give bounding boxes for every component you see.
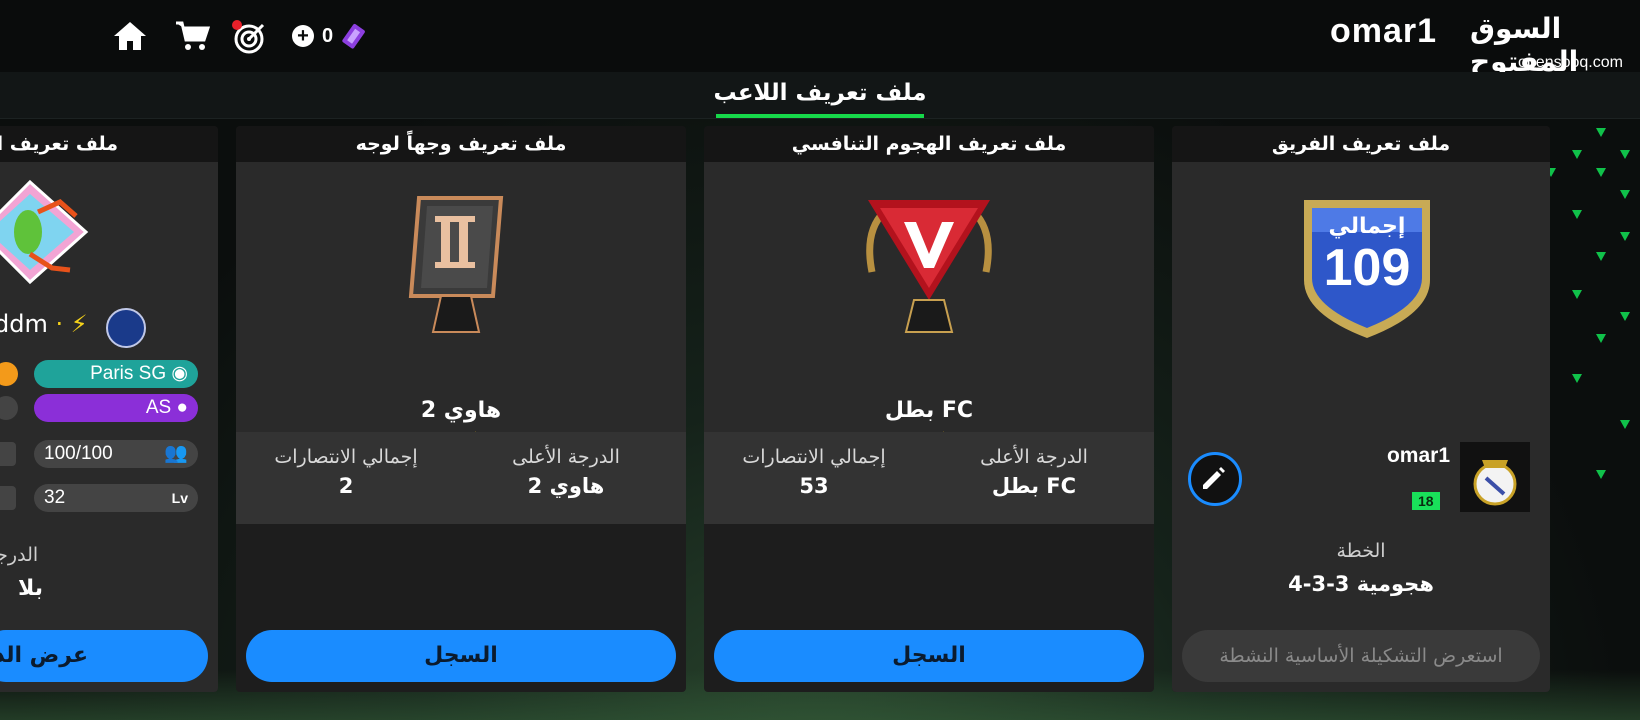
h2h-highest-value: هاوي 2 — [527, 474, 605, 498]
home-icon[interactable] — [112, 20, 148, 56]
formation-value: 4-3-3 هجومية — [1288, 572, 1434, 596]
h2h-card-top: هاوي 2 X0★ — [236, 162, 686, 456]
amateur-2-trophy-icon — [401, 192, 511, 346]
region-pill-text: AS — [145, 397, 172, 418]
rush-highest-label: الدرجة الأعلى — [980, 446, 1088, 468]
club-crest-icon: ◉ — [171, 363, 188, 384]
partial-view-button[interactable]: عرض الد — [0, 630, 208, 682]
h2h-profile-card: ملف تعريف وجهاً لوجه هاوي 2 X0★ الدرجة ا… — [236, 126, 686, 692]
rush-highest-stat: الدرجة الأعلى بطل FC — [944, 446, 1124, 498]
rush-card-top: بطل FC X0★ — [704, 162, 1154, 456]
points-count: 0 — [322, 24, 334, 47]
partial-profile-card: ملف تعريف ا ddm · ⚡ Paris SG ◉ AS ● 100/… — [0, 126, 218, 692]
h2h-highest-label: الدرجة الأعلى — [512, 446, 620, 468]
view-active-lineup-button[interactable]: استعرض التشكيلة الأساسية النشطة — [1182, 630, 1540, 682]
level-value: 32 — [44, 487, 66, 508]
psg-crest-icon — [106, 308, 146, 348]
rush-stats: الدرجة الأعلى بطل FC إجمالي الانتصارات 5… — [704, 432, 1154, 524]
objectives-target-icon[interactable] — [230, 20, 268, 58]
trophy-small-icon — [0, 486, 16, 510]
h2h-wins-label: إجمالي الانتصارات — [274, 446, 418, 468]
rush-profile-title: ملف تعريف الهجوم التنافسي — [704, 126, 1154, 162]
team-rating-value: 109 — [1323, 239, 1411, 297]
top-bar: + 0 omar1 السوق المفتوح opensooq.com — [0, 0, 1640, 78]
rush-trophy-name: بطل FC — [884, 398, 974, 423]
tab-player-profile[interactable]: ملف تعريف اللاعب — [700, 80, 940, 106]
team-level-badge: 18 — [1412, 492, 1440, 510]
team-player-name: omar1 — [1386, 444, 1450, 467]
star-badge-icon — [0, 442, 16, 466]
partial-view-button-text: عرض الد — [0, 643, 88, 668]
stamina-value: 100/100 — [44, 443, 113, 464]
avatar-frog-icon — [0, 172, 90, 296]
watermark-english: opensooq.com — [1518, 54, 1623, 71]
partial-rank-label: الدرجة — [0, 544, 39, 566]
club-pill: Paris SG ◉ — [34, 360, 198, 388]
fc-champion-trophy-icon — [854, 192, 1004, 346]
partial-profile-title: ملف تعريف ا — [0, 126, 218, 162]
rush-wins-value: 53 — [799, 474, 829, 498]
rush-highest-value: بطل FC — [991, 474, 1077, 498]
cart-icon[interactable] — [174, 20, 211, 56]
h2h-wins-value: 2 — [338, 474, 354, 498]
formation-label: الخطة — [1336, 540, 1386, 562]
level-pill: 32 Lv — [34, 484, 198, 512]
h2h-profile-title: ملف تعريف وجهاً لوجه — [236, 126, 686, 162]
fc-points[interactable]: + 0 — [292, 22, 369, 50]
partial-name-text: ddm — [0, 310, 48, 338]
tab-active-indicator — [716, 114, 924, 118]
location-pin-icon: ● — [176, 397, 188, 418]
profile-username: omar1 — [1330, 12, 1438, 50]
lightning-icon: · ⚡ — [55, 310, 88, 338]
team-rating-label: إجمالي — [1328, 214, 1406, 239]
stamina-pill: 100/100 👥 — [34, 440, 198, 468]
group-icon: 👥 — [164, 443, 188, 464]
points-ticket-icon — [342, 24, 365, 49]
team-profile-title: ملف تعريف الفريق — [1172, 126, 1550, 162]
team-profile-card: ملف تعريف الفريق إجمالي 109 omar1 18 الخ… — [1172, 126, 1550, 692]
rush-wins-label: إجمالي الانتصارات — [742, 446, 886, 468]
club-pill-text: Paris SG — [90, 363, 167, 384]
team-card-top: إجمالي 109 — [1172, 162, 1550, 448]
edit-team-button[interactable] — [1188, 452, 1242, 506]
real-madrid-crest-icon — [1460, 442, 1530, 512]
rush-profile-card: ملف تعريف الهجوم التنافسي بطل FC X0★ الد… — [704, 126, 1154, 692]
rush-wins-stat: إجمالي الانتصارات 53 — [724, 446, 904, 498]
h2h-wins-stat: إجمالي الانتصارات 2 — [256, 446, 436, 498]
team-rating-badge-icon: إجمالي 109 — [1298, 192, 1436, 346]
pencil-icon — [1203, 467, 1225, 489]
partial-name-row: ddm · ⚡ — [0, 310, 88, 338]
rush-history-button[interactable]: السجل — [714, 630, 1144, 682]
partial-profile-title-text: ملف تعريف ا — [0, 133, 118, 155]
region-pill: AS ● — [34, 394, 198, 422]
add-points-icon[interactable]: + — [292, 25, 314, 47]
h2h-stats: الدرجة الأعلى هاوي 2 إجمالي الانتصارات 2 — [236, 432, 686, 524]
h2h-trophy-name: هاوي 2 — [420, 398, 502, 423]
h2h-highest-stat: الدرجة الأعلى هاوي 2 — [476, 446, 656, 498]
level-lv-icon: Lv — [171, 490, 188, 506]
partial-rank-value: بلا — [18, 576, 43, 601]
h2h-history-button[interactable]: السجل — [246, 630, 676, 682]
